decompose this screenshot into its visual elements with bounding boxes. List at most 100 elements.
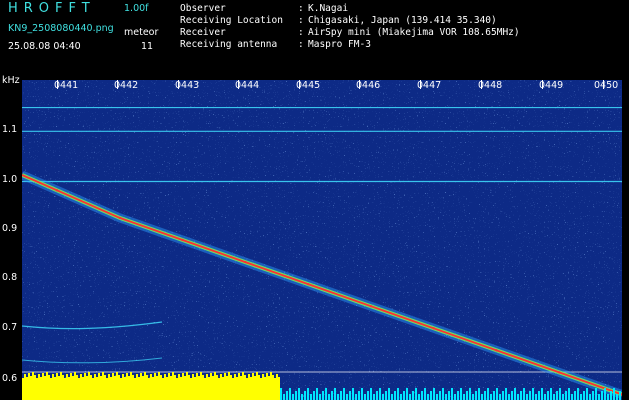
noise-bar [409,394,411,400]
echo-bar [36,378,38,400]
noise-bar [412,391,414,400]
echo-bar [78,378,80,400]
noise-bar [583,391,585,400]
noise-bar [574,391,576,400]
echo-bar [42,373,44,400]
x-tick-label: 0447 [417,80,442,91]
noise-bar [565,391,567,400]
x-tick-label: 0445 [296,80,321,91]
noise-bar [406,388,408,400]
noise-bar [592,391,594,400]
noise-bar [448,391,450,400]
noise-bar [526,394,528,400]
echo-bar [156,376,158,400]
echo-bar [142,376,144,400]
noise-bar [496,388,498,400]
echo-bar [50,378,52,400]
noise-bar [559,388,561,400]
echo-bar [124,377,126,400]
x-tick-label: 0450 [594,80,619,91]
echo-bar [208,377,210,400]
echo-bar [80,374,82,400]
y-tick-label: 0.9 [2,223,18,234]
echo-bar [220,374,222,400]
echo-bar [172,372,174,400]
echo-bar [200,372,202,400]
echo-bar [214,372,216,400]
echo-bar [82,377,84,400]
echo-bar [122,374,124,400]
echo-bar [96,377,98,400]
echo-bar [274,378,276,400]
header-panel: HROFFT 1.00f KN9_2508080440.png 25.08.08… [0,0,629,75]
version-label: 1.00f [124,3,149,14]
info-value-location: Chigasaki, Japan (139.414 35.340) [308,15,497,26]
echo-bar [216,375,218,400]
x-tick-label: 0441 [54,80,79,91]
noise-bar [553,394,555,400]
echo-bar [264,377,266,400]
echo-bar [126,373,128,400]
noise-bar [325,388,327,400]
noise-bar [475,391,477,400]
noise-bar [604,388,606,400]
echo-bar [260,378,262,400]
noise-bar [562,394,564,400]
x-tick-label: 0446 [356,80,381,91]
noise-bar [568,388,570,400]
noise-bar [340,391,342,400]
echo-bar [30,376,32,400]
echo-bar [104,375,106,400]
noise-bar [331,391,333,400]
noise-bar [301,394,303,400]
echo-bar [72,376,74,400]
noise-bar [361,388,363,400]
noise-bar [466,391,468,400]
noise-bar [304,391,306,400]
noise-bar [298,388,300,400]
echo-bar [118,375,120,400]
echo-bar [56,373,58,400]
echo-bar [120,378,122,400]
info-value-observer: K.Nagai [308,3,349,14]
echo-bar [158,372,160,400]
echo-point [244,260,247,264]
noise-bar [442,388,444,400]
y-tick-label: 1.0 [2,174,18,185]
noise-bar [610,391,612,400]
info-label-receiver: Receiver [180,27,226,38]
echo-bar [134,378,136,400]
echo-point [432,327,435,330]
echo-point [558,371,561,374]
noise-bar [484,391,486,400]
echo-bar [176,378,178,400]
echo-bar [86,376,88,400]
echo-bar [232,378,234,400]
noise-bar [385,391,387,400]
echo-bar [160,375,162,400]
echo-bar [234,374,236,400]
echo-point [181,238,184,242]
echo-bar [202,375,204,400]
noise-bar [367,391,369,400]
noise-bar [403,391,405,400]
noise-bar [388,388,390,400]
echo-bar [146,375,148,400]
info-label-location: Receiving Location [180,15,283,26]
echo-bar [22,378,24,400]
noise-bar [487,388,489,400]
noise-bar [481,394,483,400]
noise-bar [418,394,420,400]
noise-bar [544,394,546,400]
noise-bar [493,391,495,400]
noise-bar [397,388,399,400]
info-sep: : [298,39,304,50]
echo-bar [224,373,226,400]
spectrogram-plot [22,80,622,400]
echo-bar [108,374,110,400]
echo-point [369,305,373,308]
noise-bar [286,391,288,400]
echo-bar [228,372,230,400]
noise-bar [439,391,441,400]
echo-bar [144,372,146,400]
